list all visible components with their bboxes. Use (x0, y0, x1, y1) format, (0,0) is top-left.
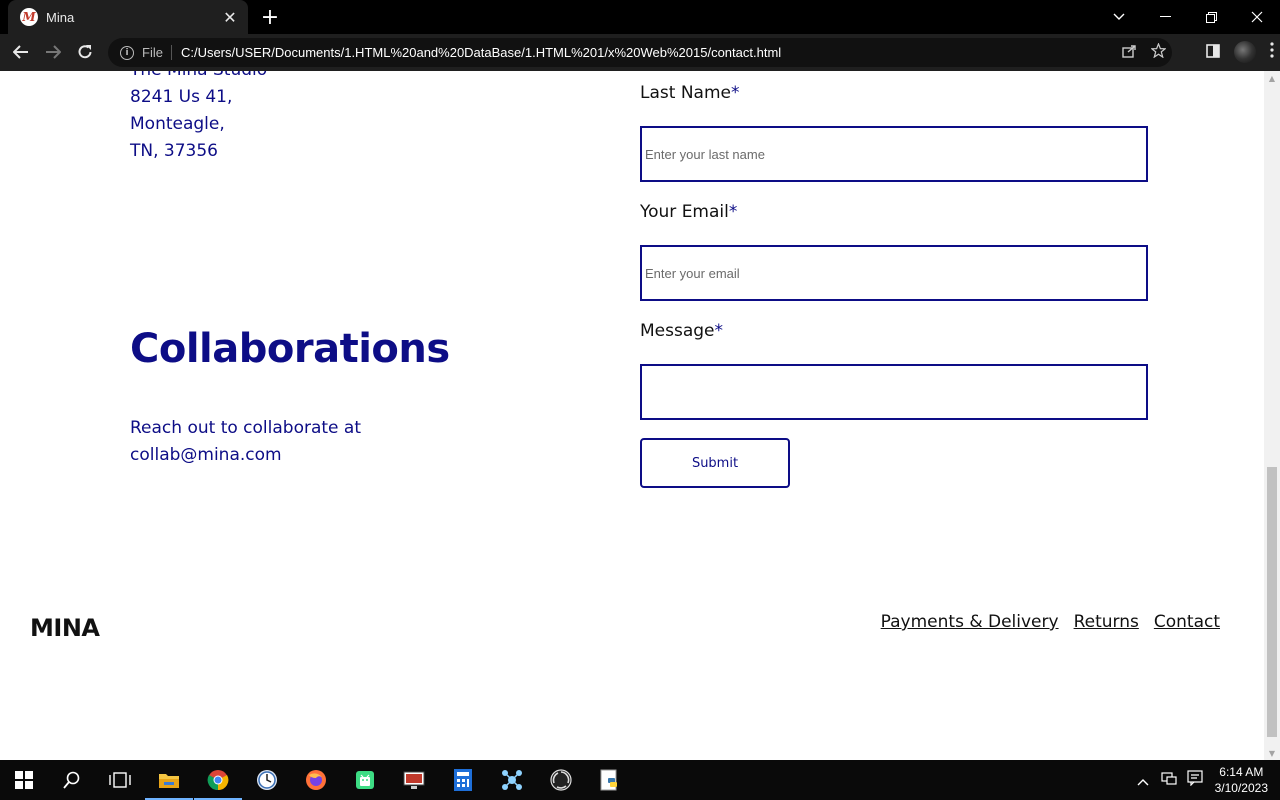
last-name-label: Last Name* (640, 83, 739, 103)
share-icon[interactable] (1122, 44, 1137, 62)
footer-link-returns[interactable]: Returns (1074, 612, 1139, 632)
start-icon[interactable] (0, 760, 48, 800)
clock-time: 6:14 AM (1219, 765, 1264, 779)
calculator-icon[interactable] (439, 760, 487, 800)
network-app-icon[interactable] (488, 760, 536, 800)
obs-icon[interactable] (537, 760, 585, 800)
notification-icon[interactable] (1187, 770, 1203, 790)
message-label: Message* (640, 321, 723, 341)
scroll-thumb[interactable] (1267, 467, 1277, 737)
last-name-input[interactable] (640, 126, 1148, 182)
required-mark: * (730, 83, 740, 103)
clock-app-icon[interactable] (243, 760, 291, 800)
address-line-studio: The Mina Studio (130, 71, 267, 80)
screen-recorder-icon[interactable] (390, 760, 438, 800)
message-label-text: Message (640, 321, 715, 341)
back-icon[interactable] (6, 37, 36, 67)
submit-button[interactable]: Submit (640, 438, 790, 488)
profile-avatar[interactable] (1234, 41, 1256, 63)
footer-link-contact[interactable]: Contact (1154, 612, 1220, 632)
tab-title: Mina (46, 9, 75, 25)
email-input[interactable] (640, 245, 1148, 301)
collaborations-heading: Collaborations (130, 326, 450, 372)
info-icon[interactable]: i (120, 45, 134, 60)
address-bar[interactable]: i File C:/Users/USER/Documents/1.HTML%20… (108, 38, 1172, 67)
close-window-icon[interactable] (1234, 0, 1280, 34)
footer-link-payments[interactable]: Payments & Delivery (881, 612, 1059, 632)
file-explorer-icon[interactable] (145, 760, 193, 800)
scroll-up-icon[interactable]: ▲ (1264, 71, 1280, 85)
footer-links: Payments & Delivery Returns Contact (881, 612, 1220, 632)
forward-icon[interactable] (38, 37, 68, 67)
url-text[interactable]: C:/Users/USER/Documents/1.HTML%20and%20D… (181, 45, 781, 60)
message-input[interactable] (640, 364, 1148, 420)
scroll-down-icon[interactable]: ▼ (1264, 746, 1280, 760)
email-label: Your Email* (640, 202, 737, 222)
android-studio-icon[interactable] (341, 760, 389, 800)
required-mark: * (714, 321, 724, 341)
firefox-icon[interactable] (292, 760, 340, 800)
minimize-icon[interactable] (1142, 0, 1188, 34)
address-line-street: 8241 Us 41, (130, 87, 233, 107)
email-label-text: Your Email (640, 202, 729, 222)
browser-tab[interactable]: M Mina ✕ (8, 0, 248, 34)
search-icon[interactable] (48, 760, 96, 800)
address-line-city: Monteagle, (130, 114, 225, 134)
side-panel-icon[interactable] (1206, 43, 1220, 62)
restore-icon[interactable] (1188, 0, 1234, 34)
security-chip[interactable]: File (142, 45, 172, 60)
task-view-icon[interactable] (96, 760, 144, 800)
collaborations-email: collab@mina.com (130, 445, 282, 465)
chevron-up-icon[interactable] (1137, 771, 1149, 790)
reload-icon[interactable] (70, 37, 100, 67)
new-tab-button[interactable]: + (258, 5, 282, 30)
window-controls (1142, 0, 1280, 34)
favicon-icon: M (20, 8, 38, 26)
toolbar-right (1206, 37, 1274, 67)
taskbar: 6:14 AM 3/10/2023 (0, 760, 1280, 800)
network-icon[interactable] (1161, 771, 1177, 790)
page-viewport: The Mina Studio 8241 Us 41, Monteagle, T… (0, 71, 1264, 760)
omnibox-actions (1122, 38, 1167, 67)
required-mark: * (728, 202, 738, 222)
page-scrollbar[interactable]: ▲ ▼ (1264, 71, 1280, 760)
collaborations-text: Reach out to collaborate at (130, 418, 361, 438)
taskbar-clock[interactable]: 6:14 AM 3/10/2023 (1215, 764, 1268, 796)
bookmark-star-icon[interactable] (1150, 42, 1167, 62)
clock-date: 3/10/2023 (1214, 781, 1268, 795)
browser-toolbar: i File C:/Users/USER/Documents/1.HTML%20… (0, 34, 1280, 71)
tab-strip: M Mina ✕ + (0, 0, 1280, 34)
address-line-state-zip: TN, 37356 (130, 141, 218, 161)
menu-kebab-icon[interactable] (1270, 42, 1274, 62)
close-tab-icon[interactable]: ✕ (220, 7, 240, 27)
tab-search-icon[interactable] (1104, 0, 1134, 34)
last-name-label-text: Last Name (640, 83, 731, 103)
chrome-icon[interactable] (194, 760, 242, 800)
footer-logo[interactable]: MINA (30, 614, 100, 642)
python-icon[interactable] (586, 760, 634, 800)
system-tray: 6:14 AM 3/10/2023 (1137, 760, 1280, 800)
